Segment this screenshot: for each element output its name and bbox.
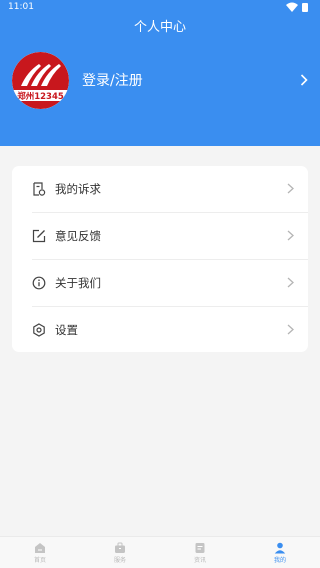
tab-label: 服务 <box>113 557 126 564</box>
tab-label: 首页 <box>33 557 46 564</box>
complaint-doc-icon <box>33 182 46 196</box>
zhengzhou-12345-logo: 郑州12345 <box>12 52 69 109</box>
page-title: 个人中心 <box>133 20 186 35</box>
tab-mine[interactable]: 我的 <box>240 537 320 568</box>
settings-hexagon-icon <box>33 323 45 337</box>
menu-item-feedback[interactable]: 意见反馈 <box>12 213 308 259</box>
menu-card: 我的诉求 意见反馈 关于我们 设置 <box>12 166 308 352</box>
chevron-right-icon <box>287 183 294 194</box>
avatar[interactable]: 郑州12345 <box>12 52 69 109</box>
menu-item-about-us[interactable]: 关于我们 <box>12 260 308 306</box>
edit-icon <box>32 229 46 243</box>
tab-label: 我的 <box>273 557 286 564</box>
chevron-right-icon <box>287 230 294 241</box>
menu-label: 意见反馈 <box>55 229 101 243</box>
login-register-link[interactable]: 登录/注册 <box>82 72 143 90</box>
battery-icon <box>302 3 308 12</box>
wifi-icon <box>286 2 298 12</box>
bottom-tab-bar: 首页 服务 资讯 我的 <box>0 536 320 568</box>
tab-home[interactable]: 首页 <box>0 537 80 568</box>
menu-label: 我的诉求 <box>55 182 101 196</box>
tab-news[interactable]: 资讯 <box>160 537 240 568</box>
status-time: 11:01 <box>8 2 34 12</box>
tab-services[interactable]: 服务 <box>80 537 160 568</box>
status-icons <box>286 2 310 12</box>
chevron-right-icon <box>287 324 294 335</box>
login-row[interactable]: 郑州12345 登录/注册 <box>0 52 320 110</box>
menu-item-settings[interactable]: 设置 <box>12 307 308 353</box>
avatar-logo-text: 郑州12345 <box>17 91 64 102</box>
chevron-right-icon <box>300 74 308 86</box>
menu-label: 关于我们 <box>55 276 101 290</box>
menu-item-my-requests[interactable]: 我的诉求 <box>12 166 308 212</box>
tab-label: 资讯 <box>193 557 206 564</box>
news-icon <box>195 543 205 553</box>
chevron-right-icon <box>287 277 294 288</box>
profile-header: 11:01 个人中心 郑州12345 登录/注册 <box>0 0 320 146</box>
briefcase-icon <box>115 542 125 553</box>
user-icon <box>274 542 286 554</box>
status-bar: 11:01 <box>0 0 320 16</box>
home-icon <box>35 543 45 553</box>
info-icon <box>32 276 46 290</box>
menu-label: 设置 <box>55 323 78 337</box>
